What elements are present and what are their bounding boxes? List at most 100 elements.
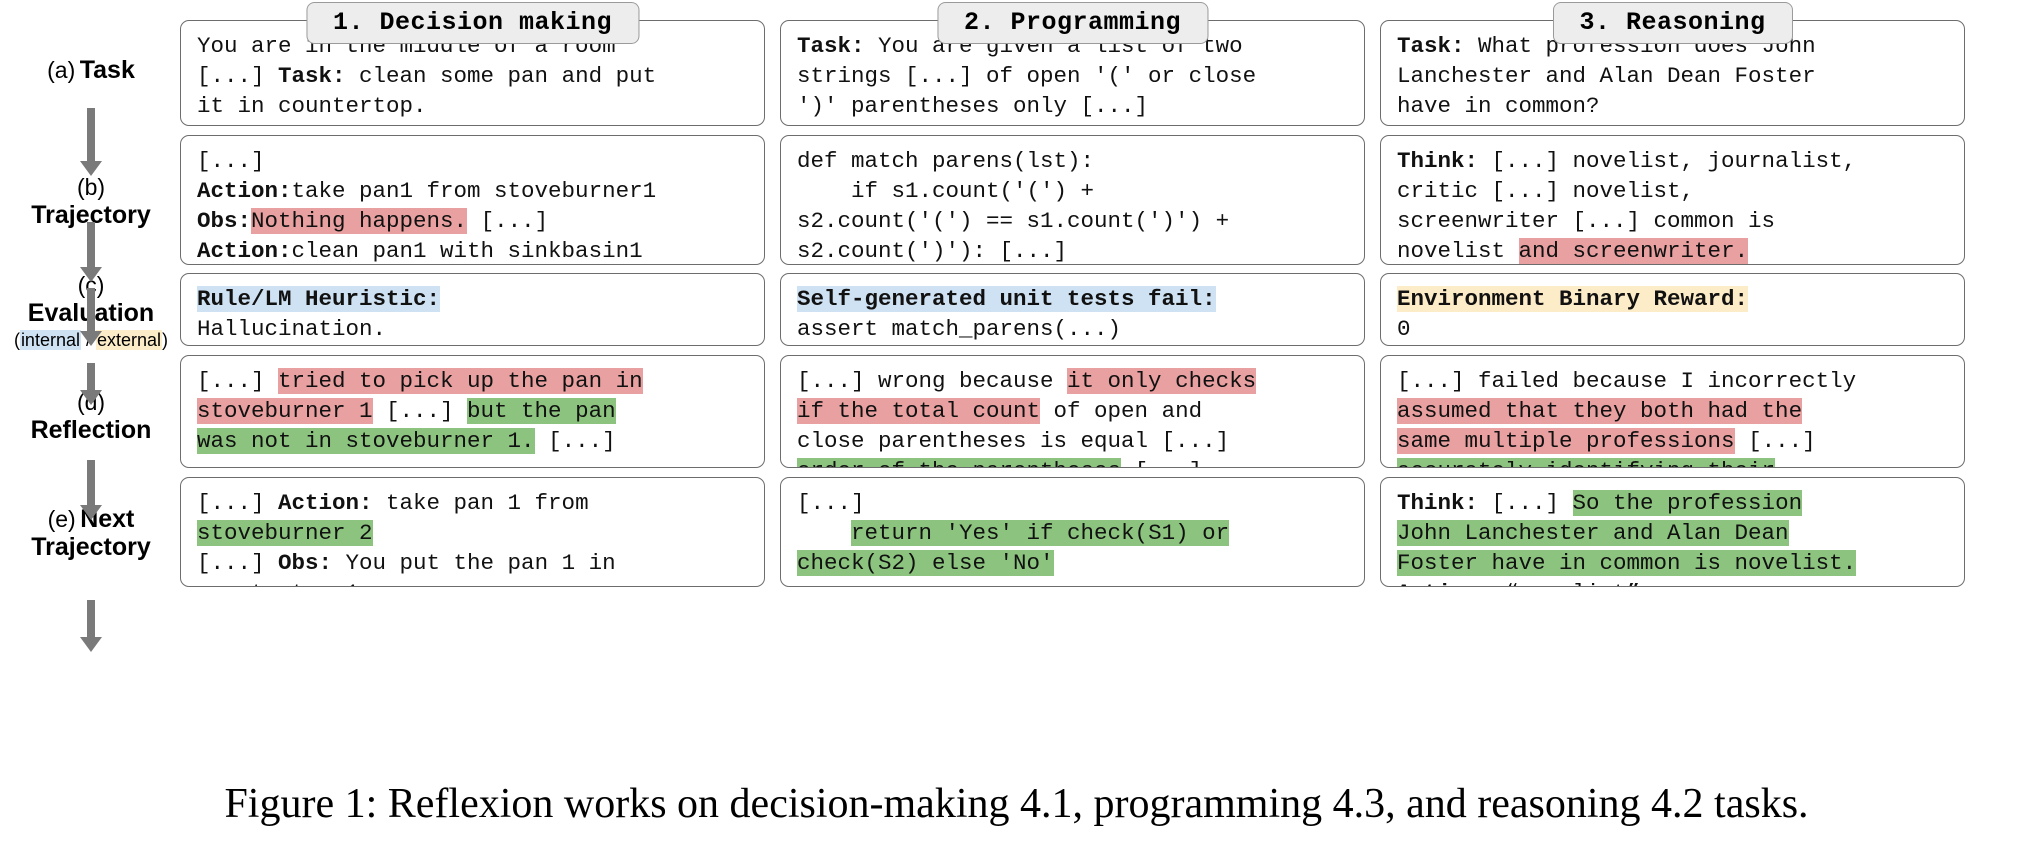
panel-text-line: stoveburner 2 [197,518,750,548]
text-run: Lanchester and Alan Dean Foster [1397,63,1816,89]
text-run: Think: [1397,148,1479,174]
highlighted-text-run: So the profession [1572,490,1803,516]
highlighted-text-run: if the total count [797,398,1041,424]
text-run: Action: [1397,580,1492,586]
text-run: Action: [197,178,292,204]
highlighted-text-run: order of the parentheses [797,458,1122,467]
panel-text-line: [...] tried to pick up the pan in [197,366,750,396]
panel-text-line: Hallucination. [197,314,750,344]
highlighted-text-run: accurately identifying their [1397,458,1776,467]
arrow-evaluation-to-reflection [80,363,102,405]
highlighted-text-run: assumed that they both had the [1397,398,1803,424]
text-run: 0 [1397,316,1411,342]
highlighted-text-run: tried to pick up the pan in [278,368,643,394]
panel-text-line: [...] Obs: You put the pan 1 in [197,548,750,578]
text-run: if s1.count('(') + [797,178,1095,204]
highlighted-text-run: Nothing happens. [251,208,468,234]
arrow-trajectory-mid [80,222,102,282]
text-run: [...] [372,398,468,424]
panel-evaluation-3: Environment Binary Reward: 0 [1380,273,1965,346]
figure-reflexion-overview: (a) Task (b) Trajectory (c) Evaluation (… [0,0,2033,852]
stage-name-reflection: Reflection [30,415,152,444]
text-run: screenwriter [...] common is [1397,208,1776,234]
text-run: Think: [1397,490,1479,516]
panel-trajectory-2: def match parens(lst): if s1.count('(') … [780,135,1365,265]
panel-text-line: critic [...] novelist, [1397,176,1950,206]
column-programming: 2. Programming Task: You are given a lis… [780,0,1365,770]
panel-text-line: countertop 1. [197,578,750,586]
text-run: strings [...] of open '(' or close [797,63,1257,89]
highlighted-text-run: and screenwriter. [1518,238,1749,264]
arrow-next-trajectory [80,600,102,652]
text-run: clean some pan and put [345,63,657,89]
text-run: [...] [467,208,549,234]
panel-text-line: Rule/LM Heuristic: [197,284,750,314]
arrow-reflection-to-next [80,460,102,520]
text-run: def match parens(lst): [797,148,1095,174]
panel-reflection-1: [...] tried to pick up the pan in stovebu… [180,355,765,468]
panel-text-line: strings [...] of open '(' or close [797,61,1350,91]
panel-text-line: assumed that they both had the [1397,396,1950,426]
highlighted-text-run: check(S2) else 'No' [797,550,1054,576]
text-run: ')' parentheses only [...] [797,93,1149,119]
text-run: Task: [797,33,865,59]
text-run: [...] [197,368,279,394]
panel-next-1: [...] Action: take pan 1 from stoveburner… [180,477,765,587]
panel-text-line: same multiple professions [...] [1397,426,1950,456]
panel-text-line: [...] [797,488,1350,518]
panel-text-line: ')' parentheses only [...] [797,91,1350,121]
highlighted-text-run: Self-generated unit tests fail: [797,286,1216,312]
panel-text-line: if s1.count('(') + [797,176,1350,206]
panel-text-line: close parentheses is equal [...] [797,426,1350,456]
panel-text-line: return 'Yes' if check(S1) or [797,518,1350,548]
stage-name-next-trajectory: Trajectory [31,533,151,561]
panel-text-line: [...] Action: take pan 1 from [197,488,750,518]
text-run: it in countertop. [197,93,427,119]
column-header-programming: 2. Programming [936,2,1209,44]
panel-text-line: accurately identifying their [1397,456,1950,467]
panel-text-line: [...] failed because I incorrectly [1397,366,1950,396]
text-run: [...] [197,63,279,89]
highlighted-text-run: same multiple professions [1397,428,1735,454]
text-run: Action: [197,238,292,264]
panel-trajectory-3: Think: [...] novelist, journalist, critic… [1380,135,1965,265]
panel-text-line: Think: [...] novelist, journalist, [1397,146,1950,176]
panel-text-line: screenwriter [...] common is [1397,206,1950,236]
figure-caption: Figure 1: Reflexion works on decision-ma… [224,781,1809,827]
text-run: You put the pan 1 in [332,550,616,576]
text-run: assert match_parens(...) [797,316,1122,342]
stage-label-trajectory: (b) Trajectory [0,174,182,229]
column-header-decision-making: 1. Decision making [305,2,640,44]
panel-text-line: Obs:Nothing happens. [...] [197,206,750,236]
text-run: [...] wrong because [797,368,1068,394]
panel-text-line: Action:take pan1 from stoveburner1 [197,176,750,206]
stage-label-task: (a) Task [0,56,182,84]
panel-text-line: [...] wrong because it only checks [797,366,1350,396]
stage-tag-a: (a) [47,57,76,83]
panel-reflection-2: [...] wrong because it only checks if the… [780,355,1365,468]
panel-text-line: def match parens(lst): [797,146,1350,176]
highlighted-text-run: Environment Binary Reward: [1397,286,1749,312]
text-run: Task: [1397,33,1465,59]
panel-text-line: have in common? [1397,91,1950,121]
panel-text-line: Environment Binary Reward: [1397,284,1950,314]
text-run: countertop 1. [197,580,373,586]
text-run: critic [...] novelist, [1397,178,1695,204]
text-run: Action: [278,490,373,516]
highlighted-text-run: John Lanchester and Alan Dean [1397,520,1789,546]
panel-text-line: Foster have in common is novelist. [1397,548,1950,578]
text-run: [...] [1734,428,1816,454]
panel-text-line: check(S2) else 'No' [797,548,1350,578]
text-run: [...] failed because I incorrectly [1397,368,1857,394]
text-run: [...] [534,428,616,454]
panel-trajectory-1: [...] Action:take pan1 from stoveburner1 O… [180,135,765,265]
arrow-trajectory-to-evaluation [80,288,102,346]
panel-text-line: [...] Task: clean some pan and put [197,61,750,91]
text-run [797,520,851,546]
panel-text-line: [...] [197,146,750,176]
text-run: clean pan1 with sinkbasin1 [291,238,643,264]
panel-text-line: Action:clean pan1 with sinkbasin1 [197,236,750,264]
text-run: [...] [197,550,279,576]
panel-text-line: order of the parentheses [...] [797,456,1350,467]
highlighted-text-run: return 'Yes' if check(S1) or [851,520,1230,546]
